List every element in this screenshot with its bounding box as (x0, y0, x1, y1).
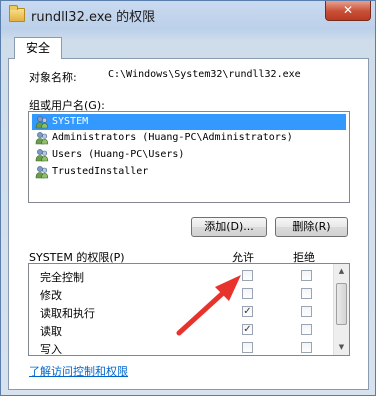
scroll-up-arrow-icon[interactable]: ▲ (334, 264, 349, 279)
list-item-label: SYSTEM (52, 116, 89, 127)
perm-name: 修改 (40, 289, 62, 302)
tab-security[interactable]: 安全 (14, 37, 62, 59)
users-icon (35, 166, 49, 179)
deny-checkbox[interactable] (301, 324, 312, 335)
perm-row-write: 写入 (29, 339, 334, 356)
perm-name: 完全控制 (40, 271, 84, 284)
perm-row-full-control: 完全控制 (29, 267, 334, 285)
list-item-label: Users (Huang-PC\Users) (52, 149, 185, 160)
allow-checkbox[interactable]: ✓ (242, 306, 253, 317)
deny-checkbox[interactable] (301, 342, 312, 353)
list-item-users[interactable]: Users (Huang-PC\Users) (32, 147, 346, 163)
users-icon (35, 132, 49, 145)
users-icon (35, 116, 49, 129)
list-item-administrators[interactable]: Administrators (Huang-PC\Administrators) (32, 130, 346, 146)
perm-name: 读取 (40, 325, 62, 338)
object-name-value: C:\Windows\System32\rundll32.exe (108, 69, 301, 80)
close-button[interactable]: ✕ (325, 1, 371, 21)
allow-checkbox[interactable]: ✓ (242, 324, 253, 335)
allow-checkbox[interactable] (242, 288, 253, 299)
perm-name: 写入 (40, 343, 62, 356)
allow-checkbox[interactable] (242, 270, 253, 281)
object-name-label: 对象名称: (29, 71, 77, 84)
perm-row-read-execute: 读取和执行 ✓ (29, 303, 334, 321)
permissions-dialog: rundll32.exe 的权限 ✕ 安全 对象名称: C:\Windows\S… (0, 0, 376, 396)
scroll-down-arrow-icon[interactable]: ▼ (334, 340, 349, 355)
perm-row-modify: 修改 (29, 285, 334, 303)
deny-checkbox[interactable] (301, 288, 312, 299)
list-item-trustedinstaller[interactable]: TrustedInstaller (32, 164, 346, 180)
list-item-system[interactable]: SYSTEM (32, 114, 346, 130)
users-icon (35, 149, 49, 162)
scroll-thumb[interactable] (336, 283, 347, 325)
remove-button[interactable]: 删除(R) (275, 217, 348, 237)
help-link[interactable]: 了解访问控制和权限 (29, 363, 128, 379)
deny-checkbox[interactable] (301, 270, 312, 281)
perm-row-read: 读取 ✓ (29, 321, 334, 339)
allow-checkbox[interactable] (242, 342, 253, 353)
list-item-label: TrustedInstaller (52, 166, 149, 177)
deny-checkbox[interactable] (301, 306, 312, 317)
perm-name: 读取和执行 (40, 307, 95, 320)
permissions-list[interactable]: 完全控制 修改 读取和执行 ✓ 读取 ✓ 写入 ▲ ▼ (28, 263, 350, 356)
folder-icon (9, 5, 25, 22)
add-button[interactable]: 添加(D)... (191, 217, 267, 237)
permissions-scrollbar[interactable]: ▲ ▼ (333, 264, 349, 355)
title-bar[interactable]: rundll32.exe 的权限 ✕ (1, 1, 376, 31)
list-item-label: Administrators (Huang-PC\Administrators) (52, 132, 293, 143)
group-user-list[interactable]: SYSTEM Administrators (Huang-PC\Administ… (28, 111, 350, 203)
window-title: rundll32.exe 的权限 (31, 10, 156, 25)
